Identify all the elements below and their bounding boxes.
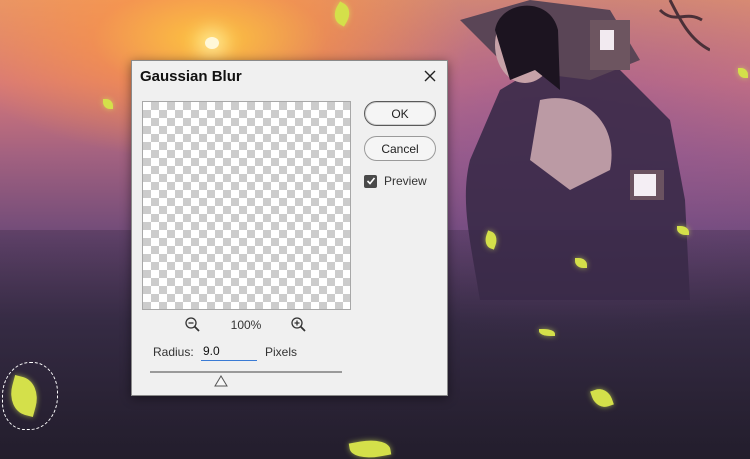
radius-slider-thumb[interactable]: [214, 374, 228, 387]
radius-slider-track[interactable]: [150, 371, 342, 373]
zoom-in-button[interactable]: [290, 316, 308, 334]
dialog-title: Gaussian Blur: [140, 68, 242, 85]
preview-checkbox[interactable]: [364, 174, 377, 188]
cancel-button[interactable]: Cancel: [364, 136, 436, 161]
zoom-out-button[interactable]: [184, 316, 202, 334]
blur-preview-area[interactable]: [142, 101, 351, 310]
selection-marquee[interactable]: [2, 362, 58, 430]
zoom-out-icon: [185, 317, 200, 332]
close-icon: [424, 70, 436, 82]
ok-button[interactable]: OK: [364, 101, 436, 126]
preview-toggle: Preview: [364, 173, 427, 189]
girl-with-house-figure: [460, 0, 710, 300]
leaf: [103, 99, 113, 109]
preview-label: Preview: [384, 174, 427, 188]
pixels-unit-label: Pixels: [265, 345, 298, 359]
leaf: [330, 1, 354, 27]
close-button[interactable]: [419, 65, 441, 87]
radius-label: Radius:: [153, 345, 194, 359]
radius-input[interactable]: [201, 342, 257, 361]
dialog-titlebar[interactable]: Gaussian Blur: [132, 61, 447, 91]
zoom-level: 100%: [230, 318, 262, 332]
sun: [205, 37, 219, 49]
checkmark-icon: [366, 177, 375, 185]
zoom-in-icon: [291, 317, 306, 332]
gaussian-blur-dialog: Gaussian Blur 100% Radius: Pixels OK Can…: [131, 60, 448, 396]
triangle-up-icon: [214, 375, 228, 387]
leaf: [738, 68, 748, 78]
